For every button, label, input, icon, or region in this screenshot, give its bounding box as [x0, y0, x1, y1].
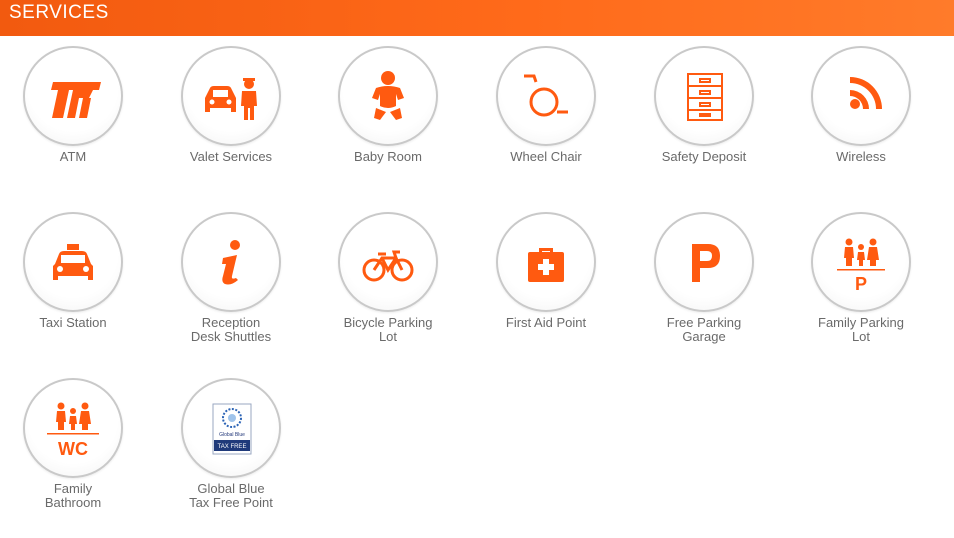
valet-icon [181, 46, 281, 146]
service-label: First Aid Point [505, 315, 587, 330]
service-label: Wireless [836, 149, 886, 164]
global-blue-line1: Global Blue [219, 432, 245, 438]
service-label: Family Bathroom [44, 481, 102, 510]
service-label: Taxi Station [39, 315, 107, 330]
service-label: Safety Deposit [661, 149, 747, 164]
info-icon [181, 212, 281, 312]
global-blue-line2: TAX FREE [218, 444, 247, 450]
safety-deposit-icon [654, 46, 754, 146]
first-aid-icon [496, 212, 596, 312]
service-label: ATM [59, 149, 87, 164]
service-label: Family Parking Lot [818, 315, 904, 344]
global-blue-icon: Global Blue TAX FREE [181, 378, 281, 478]
family-parking-letter: P [855, 274, 867, 294]
services-grid: ATM Valet Services Baby Room Wheel Chair… [0, 0, 954, 538]
service-label: Wheel Chair [510, 149, 582, 164]
service-label: Baby Room [354, 149, 422, 164]
service-label: Valet Services [189, 149, 273, 164]
wireless-icon [811, 46, 911, 146]
family-bathroom-letters: WC [58, 439, 88, 459]
atm-icon [23, 46, 123, 146]
parking-icon [654, 212, 754, 312]
baby-icon [338, 46, 438, 146]
service-label: Global Blue Tax Free Point [189, 481, 273, 510]
wheelchair-icon [496, 46, 596, 146]
family-bathroom-icon: WC [23, 378, 123, 478]
taxi-icon [23, 212, 123, 312]
service-label: Free Parking Garage [666, 315, 742, 344]
service-label: Reception Desk Shuttles [190, 315, 272, 344]
service-label: Bicycle Parking Lot [343, 315, 433, 344]
bicycle-icon [338, 212, 438, 312]
family-parking-icon: P [811, 212, 911, 312]
